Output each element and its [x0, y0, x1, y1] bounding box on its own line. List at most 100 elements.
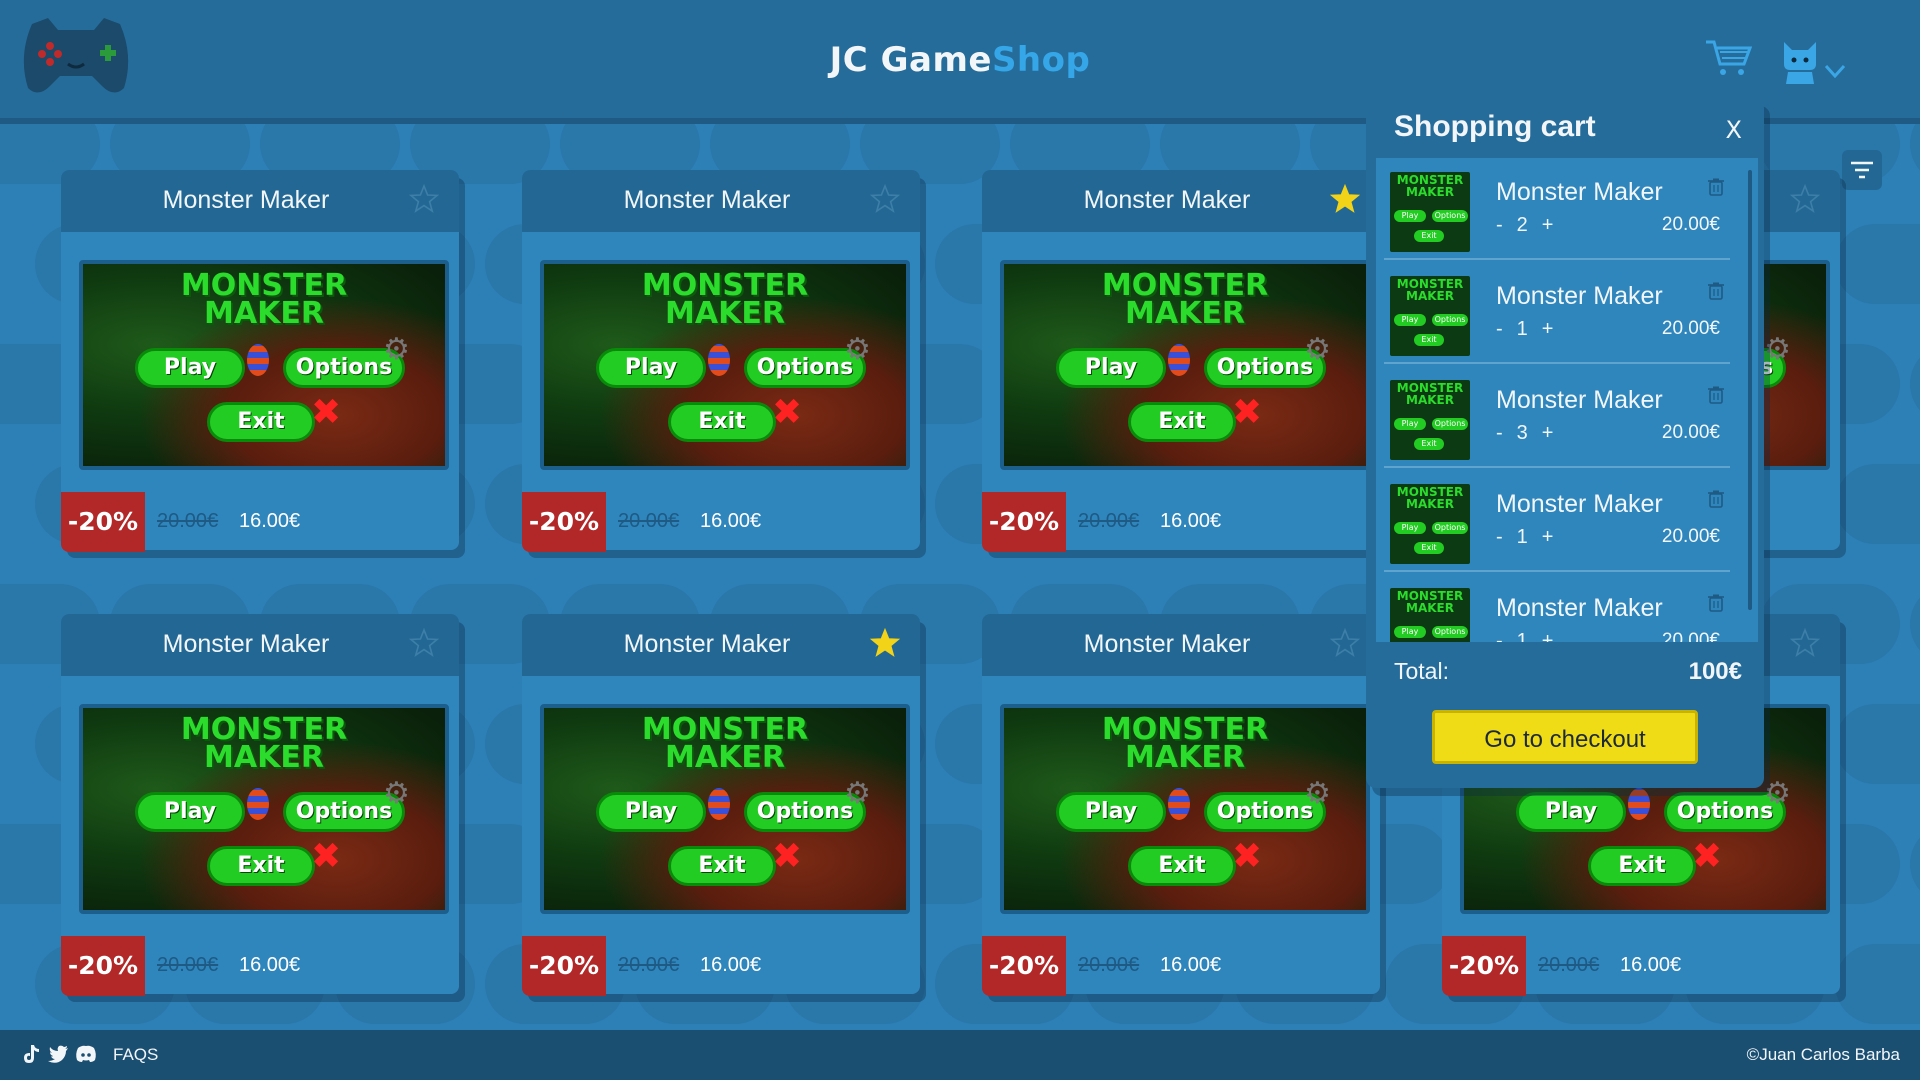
discord-icon[interactable] — [74, 1042, 98, 1066]
old-price: 20.00€ — [618, 510, 680, 532]
game-screenshot[interactable]: MONSTERMAKERPlayOptionsExit✖⚙ — [79, 704, 449, 914]
cart-item-thumbnail: MONSTERMAKERPlayOptionsExit — [1390, 380, 1470, 460]
screenshot-title-line2: MAKER — [665, 296, 785, 331]
screenshot-exit-label: Exit — [207, 846, 315, 886]
twitter-icon[interactable] — [46, 1042, 70, 1066]
star-icon[interactable] — [869, 627, 901, 658]
increase-quantity-button[interactable]: + — [1542, 422, 1554, 445]
gamepad-pattern-icon — [1835, 464, 1920, 544]
checkout-button[interactable]: Go to checkout — [1432, 710, 1698, 764]
cart-item-name: Monster Maker — [1496, 490, 1663, 518]
cart-item-thumbnail: MONSTERMAKERPlayOptionsExit — [1390, 276, 1470, 356]
old-price: 20.00€ — [157, 510, 219, 532]
gamepad-pattern-icon — [1910, 584, 1920, 664]
trash-icon[interactable] — [1708, 178, 1724, 196]
quantity-stepper: -1 + — [1496, 318, 1567, 341]
thumbnail-title: MONSTER MAKER — [1390, 486, 1470, 510]
thumbnail-exit-label: Exit — [1414, 438, 1444, 450]
price-row: -20% 20.00€ 16.00€ — [982, 492, 1380, 552]
game-screenshot[interactable]: MONSTERMAKERPlayOptionsExit✖⚙ — [1000, 260, 1370, 470]
egg-icon — [247, 788, 269, 820]
game-card[interactable]: Monster MakerMONSTERMAKERPlayOptionsExit… — [982, 614, 1380, 996]
trash-icon[interactable] — [1708, 490, 1724, 508]
star-icon[interactable] — [1329, 183, 1361, 214]
star-icon[interactable] — [408, 627, 440, 658]
discount-badge: -20% — [61, 936, 145, 996]
card-title: Monster Maker — [623, 630, 791, 658]
cart-icon[interactable] — [1704, 38, 1752, 78]
close-cart-button[interactable]: X — [1726, 116, 1742, 144]
trash-icon[interactable] — [1708, 282, 1724, 300]
x-mark-icon: ✖ — [1232, 392, 1263, 433]
trash-icon[interactable] — [1708, 386, 1724, 404]
card-title: Monster Maker — [1083, 186, 1251, 214]
new-price: 16.00€ — [700, 954, 762, 976]
cart-item-price: 20.00€ — [1661, 630, 1720, 642]
filter-button[interactable] — [1842, 150, 1882, 190]
star-icon[interactable] — [408, 183, 440, 214]
increase-quantity-button[interactable]: + — [1542, 526, 1554, 549]
decrease-quantity-button[interactable]: - — [1496, 526, 1503, 549]
shopping-cart-panel: Shopping cart X MONSTER MAKER Play Options E… — [1366, 98, 1764, 788]
gamepad-pattern-icon — [1910, 124, 1920, 184]
game-card[interactable]: Monster MakerMONSTERMAKERPlayOptionsExit… — [61, 614, 459, 996]
tiktok-icon[interactable] — [18, 1042, 42, 1066]
game-screenshot[interactable]: MONSTERMAKERPlayOptionsExit✖⚙ — [79, 260, 449, 470]
screenshot-play-label: Play — [135, 348, 245, 388]
increase-quantity-button[interactable]: + — [1542, 318, 1554, 341]
star-icon[interactable] — [1789, 183, 1821, 214]
screenshot-title-line2: MAKER — [665, 740, 785, 775]
star-icon[interactable] — [869, 183, 901, 214]
increase-quantity-button[interactable]: + — [1542, 630, 1554, 642]
new-price: 16.00€ — [1160, 954, 1222, 976]
gear-icon: ⚙ — [1304, 776, 1331, 811]
brand-title: JC GameShop — [0, 40, 1920, 80]
cart-scrollbar[interactable] — [1748, 170, 1752, 610]
old-price: 20.00€ — [1538, 954, 1600, 976]
user-menu[interactable] — [1780, 38, 1850, 86]
gamepad-pattern-icon — [1835, 704, 1920, 784]
screenshot-title-line2: MAKER — [1125, 740, 1245, 775]
screenshot-play-label: Play — [1516, 792, 1626, 832]
cart-item-price: 20.00€ — [1661, 526, 1720, 547]
thumbnail-options-label: Options — [1432, 626, 1468, 638]
decrease-quantity-button[interactable]: - — [1496, 630, 1503, 642]
star-icon[interactable] — [1789, 627, 1821, 658]
screenshot-game-title: MONSTERMAKER — [544, 715, 906, 775]
game-card[interactable]: Monster MakerMONSTERMAKERPlayOptionsExit… — [61, 170, 459, 552]
decrease-quantity-button[interactable]: - — [1496, 214, 1503, 237]
game-card[interactable]: Monster Maker MONSTERMAKERPlayOptionsExit… — [522, 614, 920, 996]
screenshot-title-line2: MAKER — [204, 296, 324, 331]
game-screenshot[interactable]: MONSTERMAKERPlayOptionsExit✖⚙ — [540, 260, 910, 470]
decrease-quantity-button[interactable]: - — [1496, 422, 1503, 445]
thumbnail-title-line2: MAKER — [1406, 601, 1454, 615]
trash-icon[interactable] — [1708, 594, 1724, 612]
quantity-value: 1 — [1516, 630, 1528, 642]
old-price: 20.00€ — [618, 954, 680, 976]
game-screenshot[interactable]: MONSTERMAKERPlayOptionsExit✖⚙ — [540, 704, 910, 914]
increase-quantity-button[interactable]: + — [1542, 214, 1554, 237]
star-icon[interactable] — [1329, 627, 1361, 658]
price-row: -20% 20.00€ 16.00€ — [982, 936, 1380, 996]
thumbnail-exit-label: Exit — [1414, 230, 1444, 242]
faq-link[interactable]: FAQS — [113, 1045, 158, 1065]
brand-title-part1: JC Game — [829, 40, 992, 80]
gear-icon: ⚙ — [844, 776, 871, 811]
screenshot-exit-label: Exit — [1128, 846, 1236, 886]
game-screenshot[interactable]: MONSTERMAKERPlayOptionsExit✖⚙ — [1000, 704, 1370, 914]
game-card[interactable]: Monster MakerMONSTERMAKERPlayOptionsExit… — [522, 170, 920, 552]
screenshot-exit-label: Exit — [668, 402, 776, 442]
thumbnail-options-label: Options — [1432, 210, 1468, 222]
copyright: ©Juan Carlos Barba — [1746, 1045, 1900, 1064]
screenshot-game-title: MONSTERMAKER — [544, 271, 906, 331]
thumbnail-title: MONSTER MAKER — [1390, 382, 1470, 406]
price-row: -20% 20.00€ 16.00€ — [61, 936, 459, 996]
cart-item-thumbnail: MONSTERMAKERPlayOptionsExit — [1390, 588, 1470, 642]
decrease-quantity-button[interactable]: - — [1496, 318, 1503, 341]
cart-item-price: 20.00€ — [1661, 318, 1720, 339]
screenshot-game-title: MONSTERMAKER — [83, 271, 445, 331]
game-card[interactable]: Monster Maker MONSTERMAKERPlayOptionsExit… — [982, 170, 1380, 552]
cart-item-name: Monster Maker — [1496, 386, 1663, 414]
screenshot-game-title: MONSTERMAKER — [83, 715, 445, 773]
x-mark-icon: ✖ — [772, 392, 803, 433]
